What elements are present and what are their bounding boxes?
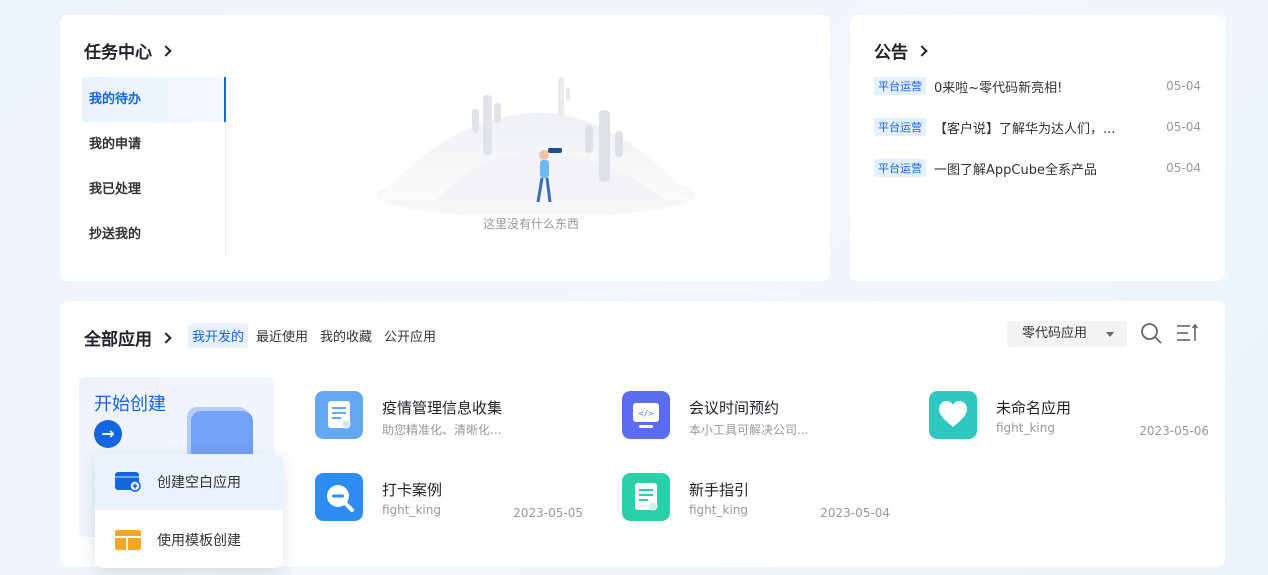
- app-date: 2023-05-06: [1139, 424, 1209, 438]
- tab-my-developed[interactable]: 我开发的: [188, 323, 249, 348]
- notice-date: 05-04: [1166, 161, 1201, 175]
- app-item[interactable]: 未命名应用 fight_king 2023-05-06: [929, 391, 1209, 441]
- notice-tag: 平台运营: [874, 118, 926, 136]
- notice-item[interactable]: 平台运营 0来啦~零代码新亮相! 05-04: [874, 75, 1201, 97]
- app-item[interactable]: 打卡案例 fight_king 2023-05-05: [315, 473, 595, 523]
- arrow-right-icon[interactable]: →: [94, 420, 122, 448]
- apps-title[interactable]: 全部应用: [84, 325, 172, 350]
- create-from-template[interactable]: 使用模板创建: [95, 512, 283, 568]
- tab-recent[interactable]: 最近使用: [252, 323, 312, 348]
- create-blank-app-label: 创建空白应用: [157, 475, 241, 491]
- app-name: 未命名应用: [996, 399, 1072, 417]
- form-doc-icon: [315, 391, 363, 439]
- notice-text: 【客户说】了解华为达人们，...: [934, 121, 1116, 137]
- svg-text:</>: </>: [639, 409, 654, 418]
- tab-cc-me[interactable]: 抄送我的: [82, 212, 225, 257]
- search-icon[interactable]: [1139, 321, 1163, 345]
- search-minus-icon: [315, 473, 363, 521]
- notice-item[interactable]: 平台运营 【客户说】了解华为达人们，... 05-04: [874, 116, 1201, 138]
- app-type-select-value: 零代码应用: [1022, 326, 1088, 341]
- empty-state: 这里没有什么东西: [366, 75, 696, 235]
- chevron-right-icon: [160, 331, 172, 344]
- app-desc: 本小工具可解决公司...: [689, 423, 809, 437]
- app-type-select[interactable]: 零代码应用: [1007, 321, 1127, 347]
- tab-processed[interactable]: 我已处理: [82, 167, 225, 212]
- template-icon: [115, 530, 141, 550]
- app-item[interactable]: 新手指引 fight_king 2023-05-04: [622, 473, 902, 523]
- notice-text: 一图了解AppCube全系产品: [934, 162, 1097, 178]
- app-name: 疫情管理信息收集: [382, 399, 503, 417]
- app-name: 新手指引: [689, 481, 750, 499]
- notice-tag: 平台运营: [874, 77, 926, 95]
- app-owner: fight_king: [996, 421, 1055, 435]
- app-name: 会议时间预约: [689, 399, 780, 417]
- task-center-card: 任务中心 我的待办 我的申请 我已处理 抄送我的 这里没有什么东西: [60, 15, 830, 281]
- tab-favorites[interactable]: 我的收藏: [316, 323, 376, 348]
- empty-text: 这里没有什么东西: [482, 217, 579, 231]
- app-item[interactable]: 疫情管理信息收集 助您精准化、清晰化...: [315, 391, 595, 441]
- apps-title-text: 全部应用: [84, 330, 152, 350]
- create-from-template-label: 使用模板创建: [157, 533, 241, 549]
- notice-title[interactable]: 公告: [874, 38, 928, 63]
- task-tabs: 我的待办 我的申请 我已处理 抄送我的: [82, 77, 226, 257]
- notice-tag: 平台运营: [874, 159, 926, 177]
- app-date: 2023-05-05: [513, 506, 583, 520]
- empty-illustration: [376, 77, 696, 217]
- create-menu: 创建空白应用 使用模板创建: [95, 454, 283, 568]
- start-create-title: 开始创建: [94, 394, 166, 415]
- blank-app-icon: [115, 472, 141, 492]
- heart-icon: [929, 391, 977, 439]
- caret-down-icon: [1106, 332, 1114, 337]
- guide-doc-icon: [622, 473, 670, 521]
- notice-card: 公告 平台运营 0来啦~零代码新亮相! 05-04 平台运营 【客户说】了解华为…: [850, 15, 1225, 281]
- code-screen-icon: </>: [622, 391, 670, 439]
- app-date: 2023-05-04: [820, 506, 890, 520]
- notice-date: 05-04: [1166, 79, 1201, 93]
- chevron-right-icon: [916, 44, 928, 57]
- app-name: 打卡案例: [382, 481, 443, 499]
- app-owner: fight_king: [382, 503, 441, 517]
- notice-date: 05-04: [1166, 120, 1201, 134]
- tab-public[interactable]: 公开应用: [380, 323, 440, 348]
- tab-my-todo[interactable]: 我的待办: [82, 77, 226, 122]
- sort-icon[interactable]: [1175, 321, 1199, 345]
- notice-title-text: 公告: [874, 43, 908, 63]
- app-item[interactable]: </> 会议时间预约 本小工具可解决公司...: [622, 391, 902, 441]
- app-desc: 助您精准化、清晰化...: [382, 423, 502, 437]
- app-owner: fight_king: [689, 503, 748, 517]
- notice-item[interactable]: 平台运营 一图了解AppCube全系产品 05-04: [874, 157, 1201, 179]
- task-center-title[interactable]: 任务中心: [84, 38, 172, 63]
- notice-text: 0来啦~零代码新亮相!: [934, 80, 1063, 96]
- apps-tabs: 我开发的 最近使用 我的收藏 公开应用: [188, 323, 440, 348]
- tab-my-applications[interactable]: 我的申请: [82, 122, 225, 167]
- task-center-title-text: 任务中心: [84, 43, 152, 63]
- chevron-right-icon: [160, 44, 172, 57]
- create-blank-app[interactable]: 创建空白应用: [95, 454, 283, 510]
